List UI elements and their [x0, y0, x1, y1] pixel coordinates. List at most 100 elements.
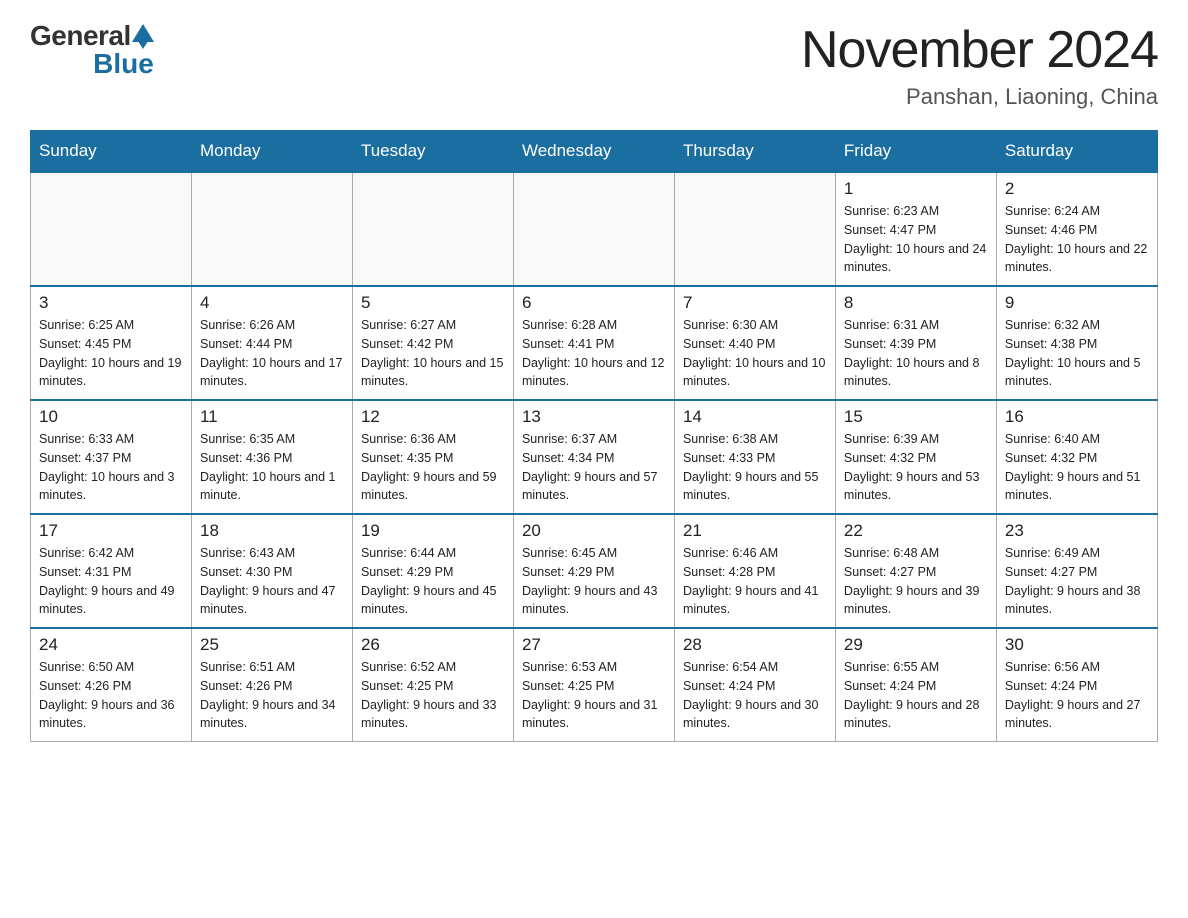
- calendar-cell: 11 Sunrise: 6:35 AMSunset: 4:36 PMDayligh…: [191, 400, 352, 514]
- calendar-week-row: 24Sunrise: 6:50 AMSunset: 4:26 PMDayligh…: [31, 628, 1158, 742]
- calendar-cell: [191, 172, 352, 286]
- logo-blue-text: Blue: [93, 48, 154, 80]
- calendar-cell: 8Sunrise: 6:31 AMSunset: 4:39 PMDaylight…: [835, 286, 996, 400]
- calendar-cell: 12 Sunrise: 6:36 AMSunset: 4:35 PMDayligh…: [352, 400, 513, 514]
- day-number: 6: [522, 293, 666, 313]
- day-number: 20: [522, 521, 666, 541]
- day-number: 7: [683, 293, 827, 313]
- day-info: Sunrise: 6:30 AMSunset: 4:40 PMDaylight:…: [683, 316, 827, 391]
- day-info: Sunrise: 6:51 AMSunset: 4:26 PMDaylight:…: [200, 658, 344, 733]
- day-info: Sunrise: 6:26 AMSunset: 4:44 PMDaylight:…: [200, 316, 344, 391]
- day-number: 14: [683, 407, 827, 427]
- calendar-cell: 2 Sunrise: 6:24 AMSunset: 4:46 PMDaylight…: [996, 172, 1157, 286]
- calendar-cell: 10 Sunrise: 6:33 AMSunset: 4:37 PMDayligh…: [31, 400, 192, 514]
- day-number: 12: [361, 407, 505, 427]
- calendar-cell: 17 Sunrise: 6:42 AMSunset: 4:31 PMDayligh…: [31, 514, 192, 628]
- day-number: 26: [361, 635, 505, 655]
- day-number: 11: [200, 407, 344, 427]
- day-info: Sunrise: 6:43 AMSunset: 4:30 PMDaylight:…: [200, 544, 344, 619]
- day-info: Sunrise: 6:46 AMSunset: 4:28 PMDaylight:…: [683, 544, 827, 619]
- calendar-cell: 24Sunrise: 6:50 AMSunset: 4:26 PMDayligh…: [31, 628, 192, 742]
- day-info: Sunrise: 6:56 AMSunset: 4:24 PMDaylight:…: [1005, 658, 1149, 733]
- calendar-cell: 18 Sunrise: 6:43 AMSunset: 4:30 PMDayligh…: [191, 514, 352, 628]
- month-year-title: November 2024: [801, 20, 1158, 80]
- logo-icon: [132, 24, 154, 49]
- calendar-cell: [674, 172, 835, 286]
- day-number: 2: [1005, 179, 1149, 199]
- day-number: 5: [361, 293, 505, 313]
- day-info: Sunrise: 6:52 AMSunset: 4:25 PMDaylight:…: [361, 658, 505, 733]
- day-number: 1: [844, 179, 988, 199]
- calendar-cell: 13Sunrise: 6:37 AMSunset: 4:34 PMDayligh…: [513, 400, 674, 514]
- calendar-cell: 5Sunrise: 6:27 AMSunset: 4:42 PMDaylight…: [352, 286, 513, 400]
- day-number: 28: [683, 635, 827, 655]
- day-info: Sunrise: 6:49 AMSunset: 4:27 PMDaylight:…: [1005, 544, 1149, 619]
- title-section: November 2024 Panshan, Liaoning, China: [801, 20, 1158, 110]
- day-number: 18: [200, 521, 344, 541]
- day-info: Sunrise: 6:25 AMSunset: 4:45 PMDaylight:…: [39, 316, 183, 391]
- calendar-cell: 1Sunrise: 6:23 AMSunset: 4:47 PMDaylight…: [835, 172, 996, 286]
- day-number: 4: [200, 293, 344, 313]
- day-info: Sunrise: 6:45 AMSunset: 4:29 PMDaylight:…: [522, 544, 666, 619]
- calendar-header-row: SundayMondayTuesdayWednesdayThursdayFrid…: [31, 131, 1158, 173]
- calendar-day-header: Monday: [191, 131, 352, 173]
- calendar-cell: 3 Sunrise: 6:25 AMSunset: 4:45 PMDaylight…: [31, 286, 192, 400]
- calendar-day-header: Friday: [835, 131, 996, 173]
- logo: General Blue: [30, 20, 154, 80]
- calendar-cell: 20 Sunrise: 6:45 AMSunset: 4:29 PMDayligh…: [513, 514, 674, 628]
- calendar-cell: 26 Sunrise: 6:52 AMSunset: 4:25 PMDayligh…: [352, 628, 513, 742]
- calendar-table: SundayMondayTuesdayWednesdayThursdayFrid…: [30, 130, 1158, 742]
- day-number: 22: [844, 521, 988, 541]
- calendar-cell: 16 Sunrise: 6:40 AMSunset: 4:32 PMDayligh…: [996, 400, 1157, 514]
- day-info: Sunrise: 6:38 AMSunset: 4:33 PMDaylight:…: [683, 430, 827, 505]
- day-number: 9: [1005, 293, 1149, 313]
- day-info: Sunrise: 6:54 AMSunset: 4:24 PMDaylight:…: [683, 658, 827, 733]
- day-number: 23: [1005, 521, 1149, 541]
- calendar-cell: 9 Sunrise: 6:32 AMSunset: 4:38 PMDaylight…: [996, 286, 1157, 400]
- calendar-cell: 14 Sunrise: 6:38 AMSunset: 4:33 PMDayligh…: [674, 400, 835, 514]
- day-number: 21: [683, 521, 827, 541]
- calendar-cell: 4 Sunrise: 6:26 AMSunset: 4:44 PMDaylight…: [191, 286, 352, 400]
- day-info: Sunrise: 6:40 AMSunset: 4:32 PMDaylight:…: [1005, 430, 1149, 505]
- calendar-day-header: Saturday: [996, 131, 1157, 173]
- day-info: Sunrise: 6:33 AMSunset: 4:37 PMDaylight:…: [39, 430, 183, 505]
- calendar-cell: 15 Sunrise: 6:39 AMSunset: 4:32 PMDayligh…: [835, 400, 996, 514]
- day-info: Sunrise: 6:39 AMSunset: 4:32 PMDaylight:…: [844, 430, 988, 505]
- day-number: 15: [844, 407, 988, 427]
- calendar-cell: 27 Sunrise: 6:53 AMSunset: 4:25 PMDayligh…: [513, 628, 674, 742]
- day-number: 17: [39, 521, 183, 541]
- day-number: 3: [39, 293, 183, 313]
- day-number: 19: [361, 521, 505, 541]
- calendar-day-header: Wednesday: [513, 131, 674, 173]
- calendar-cell: 7 Sunrise: 6:30 AMSunset: 4:40 PMDaylight…: [674, 286, 835, 400]
- calendar-cell: [513, 172, 674, 286]
- calendar-cell: 21 Sunrise: 6:46 AMSunset: 4:28 PMDayligh…: [674, 514, 835, 628]
- calendar-cell: 28 Sunrise: 6:54 AMSunset: 4:24 PMDayligh…: [674, 628, 835, 742]
- day-number: 8: [844, 293, 988, 313]
- calendar-cell: 23 Sunrise: 6:49 AMSunset: 4:27 PMDayligh…: [996, 514, 1157, 628]
- day-info: Sunrise: 6:53 AMSunset: 4:25 PMDaylight:…: [522, 658, 666, 733]
- calendar-cell: [352, 172, 513, 286]
- day-info: Sunrise: 6:37 AMSunset: 4:34 PMDaylight:…: [522, 430, 666, 505]
- calendar-cell: 30Sunrise: 6:56 AMSunset: 4:24 PMDayligh…: [996, 628, 1157, 742]
- day-info: Sunrise: 6:32 AMSunset: 4:38 PMDaylight:…: [1005, 316, 1149, 391]
- day-number: 10: [39, 407, 183, 427]
- day-info: Sunrise: 6:36 AMSunset: 4:35 PMDaylight:…: [361, 430, 505, 505]
- page-header: General Blue November 2024 Panshan, Liao…: [30, 20, 1158, 110]
- day-info: Sunrise: 6:35 AMSunset: 4:36 PMDaylight:…: [200, 430, 344, 505]
- day-number: 24: [39, 635, 183, 655]
- location-title: Panshan, Liaoning, China: [801, 84, 1158, 110]
- day-info: Sunrise: 6:48 AMSunset: 4:27 PMDaylight:…: [844, 544, 988, 619]
- calendar-cell: 6Sunrise: 6:28 AMSunset: 4:41 PMDaylight…: [513, 286, 674, 400]
- calendar-week-row: 1Sunrise: 6:23 AMSunset: 4:47 PMDaylight…: [31, 172, 1158, 286]
- day-number: 16: [1005, 407, 1149, 427]
- day-number: 27: [522, 635, 666, 655]
- day-info: Sunrise: 6:24 AMSunset: 4:46 PMDaylight:…: [1005, 202, 1149, 277]
- calendar-day-header: Thursday: [674, 131, 835, 173]
- calendar-cell: 25Sunrise: 6:51 AMSunset: 4:26 PMDayligh…: [191, 628, 352, 742]
- calendar-cell: 22 Sunrise: 6:48 AMSunset: 4:27 PMDayligh…: [835, 514, 996, 628]
- calendar-day-header: Tuesday: [352, 131, 513, 173]
- day-info: Sunrise: 6:44 AMSunset: 4:29 PMDaylight:…: [361, 544, 505, 619]
- calendar-day-header: Sunday: [31, 131, 192, 173]
- day-info: Sunrise: 6:42 AMSunset: 4:31 PMDaylight:…: [39, 544, 183, 619]
